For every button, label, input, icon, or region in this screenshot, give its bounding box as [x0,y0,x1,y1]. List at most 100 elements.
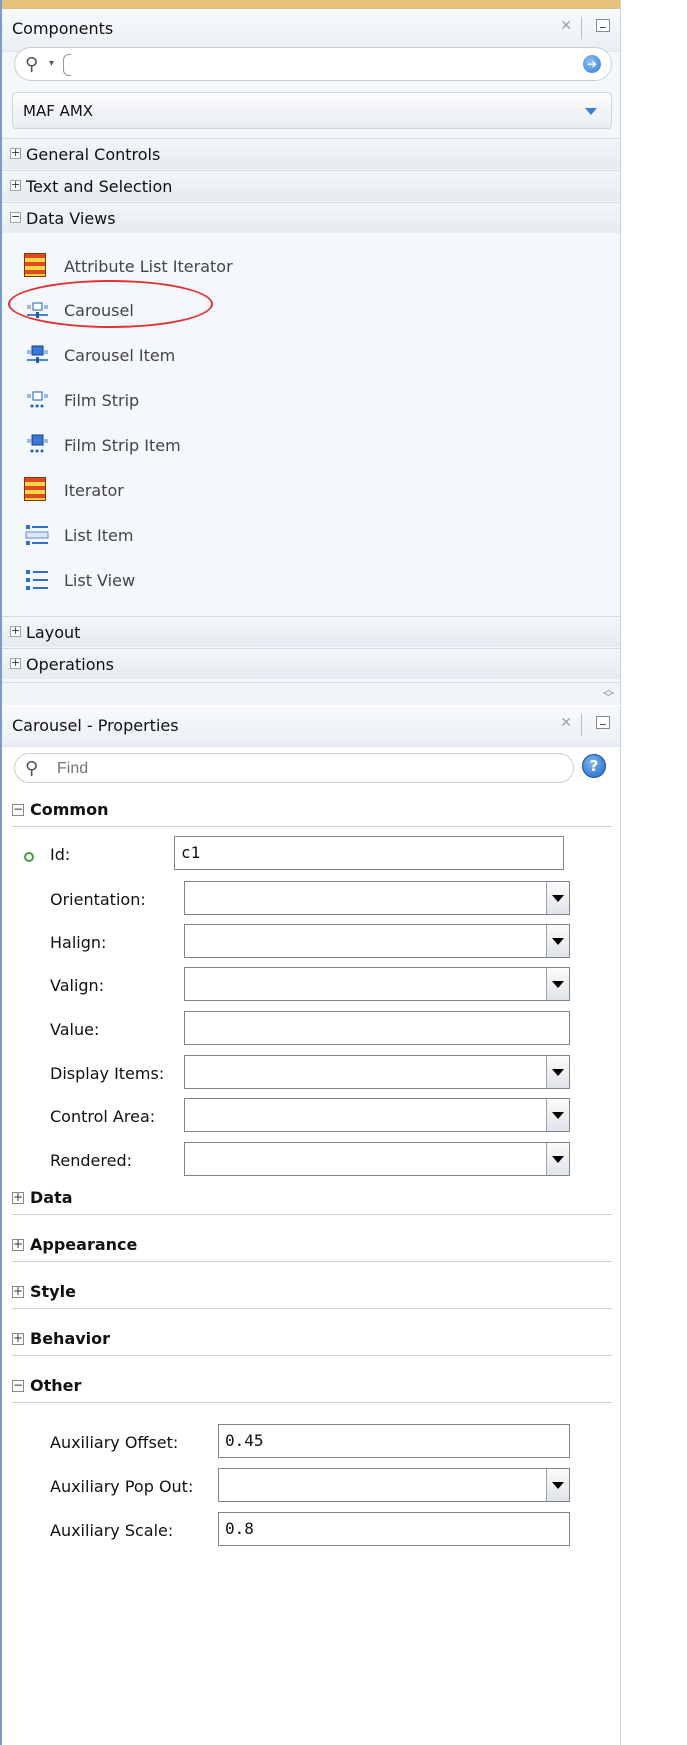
collapse-icon[interactable]: − [12,803,24,816]
required-indicator-icon [24,852,34,862]
property-label: Valign: [50,976,105,995]
help-icon[interactable]: ? [582,754,606,778]
property-find: ⚲ [14,753,574,783]
category-data-views[interactable]: − Data Views [2,202,620,233]
category-general-controls[interactable]: + General Controls [2,138,620,169]
property-label: Halign: [50,933,107,952]
section-style[interactable]: + Style [12,1280,612,1309]
dropdown-arrow-icon[interactable] [546,1099,569,1131]
go-arrow-icon[interactable]: ➔ [583,55,601,73]
dropdown-arrow-icon[interactable] [546,1469,569,1501]
palette-item-label: Carousel Item [64,346,176,365]
category-text-and-selection[interactable]: + Text and Selection [2,170,620,201]
find-input[interactable] [55,757,559,781]
category-operations[interactable]: + Operations [2,648,620,679]
dropdown-arrow-icon[interactable] [546,882,569,914]
property-row-control-area: Control Area: [12,1098,612,1134]
orientation-select[interactable] [184,881,570,915]
search-input[interactable] [73,53,577,77]
section-label: Appearance [30,1235,138,1254]
collapse-icon[interactable]: − [12,1379,24,1392]
property-label: Control Area: [50,1107,156,1126]
valign-select[interactable] [184,967,570,1001]
dropdown-arrow-icon[interactable] [546,925,569,957]
category-label: Operations [26,655,114,674]
expand-icon[interactable]: + [12,1332,24,1345]
list-view-icon [24,567,50,593]
search-icon[interactable]: ⚲ [25,54,38,75]
property-row-display-items: Display Items: [12,1055,612,1091]
library-select[interactable]: MAF AMX [12,92,612,129]
library-select-value: MAF AMX [23,102,94,120]
expand-icon[interactable]: + [10,179,21,191]
dropdown-arrow-icon[interactable] [546,1056,569,1088]
control-area-select[interactable] [184,1098,570,1132]
property-label: Id: [50,845,71,864]
list-item-icon [24,522,50,548]
auxiliary-scale-field[interactable]: 0.8 [218,1512,570,1546]
category-layout[interactable]: + Layout [2,616,620,647]
splitter-grip-icon[interactable]: ︿ ﹀ [603,684,614,703]
id-field[interactable]: c1 [174,836,564,870]
category-label: General Controls [26,145,161,164]
property-label: Auxiliary Scale: [50,1521,174,1540]
expand-icon[interactable]: + [10,657,21,669]
auxiliary-pop-out-select[interactable] [218,1468,570,1502]
category-label: Text and Selection [26,177,173,196]
category-label: Data Views [26,209,116,228]
panel-accent-bar [2,0,620,9]
film-strip-item-icon [24,432,50,458]
section-other[interactable]: − Other [12,1374,612,1403]
divider [581,17,582,39]
chevron-down-icon[interactable]: ▾ [49,58,54,69]
minimize-icon[interactable] [596,716,610,729]
components-title: Components [12,19,114,38]
property-row-auxiliary-pop-out: Auxiliary Pop Out: [12,1468,612,1504]
panel-splitter[interactable]: ︿ ﹀ [2,682,620,705]
property-row-rendered: Rendered: [12,1142,612,1178]
minimize-icon[interactable] [596,19,610,32]
components-panel: Components ✕ ⚲ ▾ ➔ MAF AMX + General Con… [2,0,621,705]
property-label: Auxiliary Pop Out: [50,1477,194,1496]
property-label: Orientation: [50,890,146,909]
palette-item-label: Film Strip [64,391,140,410]
expand-icon[interactable]: + [12,1238,24,1251]
divider [581,714,582,736]
value-field[interactable] [184,1011,570,1045]
expand-icon[interactable]: + [10,625,21,637]
film-strip-icon [24,387,50,413]
ide-panels: Components ✕ ⚲ ▾ ➔ MAF AMX + General Con… [0,0,621,1745]
highlight-ring [8,280,213,328]
section-appearance[interactable]: + Appearance [12,1233,612,1262]
property-label: Display Items: [50,1064,165,1083]
close-icon[interactable]: ✕ [560,18,572,34]
search-icon[interactable]: ⚲ [25,758,38,779]
property-row-orientation: Orientation: [12,881,612,917]
property-row-halign: Halign: [12,924,612,960]
chevron-down-icon[interactable] [585,108,597,115]
properties-title: Carousel - Properties [12,716,179,735]
section-behavior[interactable]: + Behavior [12,1327,612,1356]
dropdown-arrow-icon[interactable] [546,968,569,1000]
expand-icon[interactable]: + [12,1191,24,1204]
close-icon[interactable]: ✕ [560,715,572,731]
expand-icon[interactable]: + [12,1285,24,1298]
section-data[interactable]: + Data [12,1186,612,1215]
halign-select[interactable] [184,924,570,958]
section-label: Common [30,800,109,819]
property-label: Rendered: [50,1151,132,1170]
palette-item-label: List Item [64,526,134,545]
property-row-value: Value: [12,1011,612,1047]
section-label: Behavior [30,1329,111,1348]
section-common[interactable]: − Common [12,798,612,827]
expand-icon[interactable]: + [10,147,21,159]
palette-item-label: List View [64,571,136,590]
rendered-select[interactable] [184,1142,570,1176]
search-bracket [63,54,71,76]
display-items-select[interactable] [184,1055,570,1089]
dropdown-arrow-icon[interactable] [546,1143,569,1175]
iterator-icon [24,253,50,279]
auxiliary-offset-field[interactable]: 0.45 [218,1424,570,1458]
collapse-icon[interactable]: − [10,211,21,223]
property-row-valign: Valign: [12,967,612,1003]
